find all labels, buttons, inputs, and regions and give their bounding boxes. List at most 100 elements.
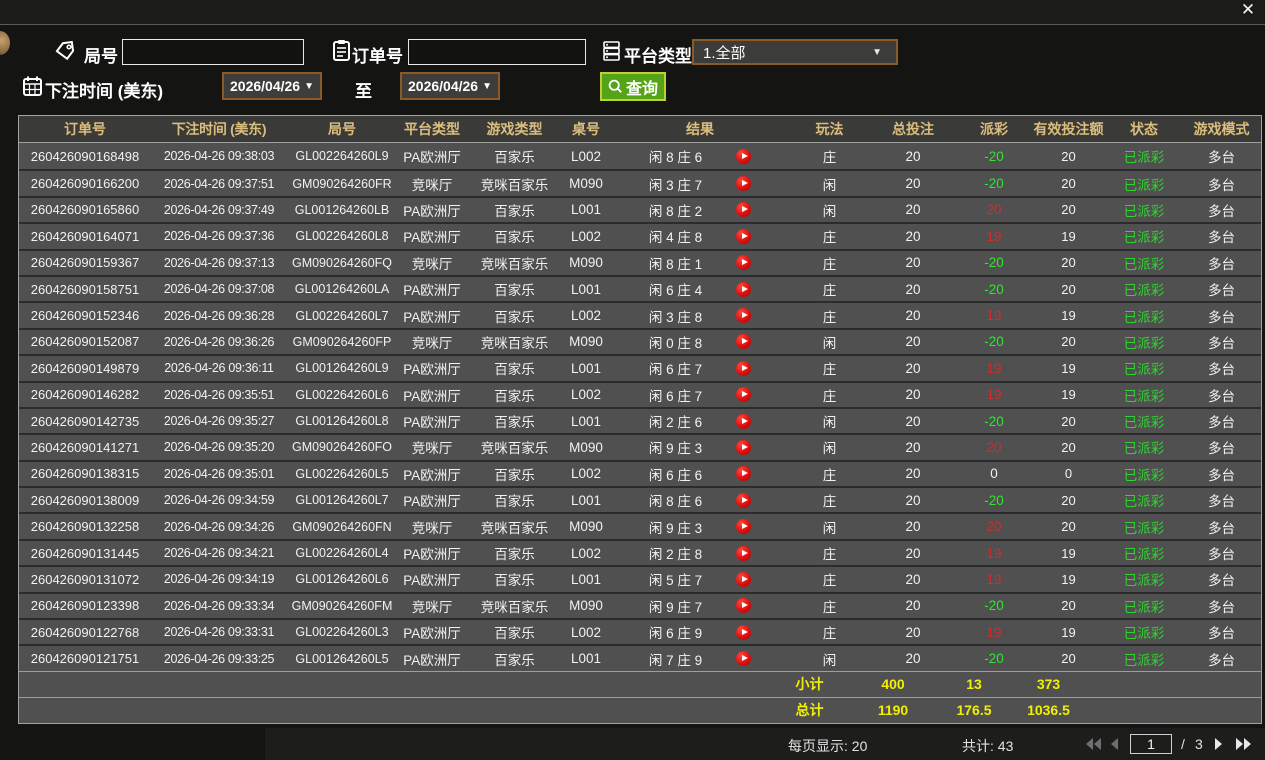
cell-status: 已派彩 (1106, 279, 1182, 299)
cell-order-number: 260426090131445 (19, 546, 151, 561)
cell-status: 已派彩 (1106, 411, 1182, 431)
video-play-icon[interactable] (736, 255, 751, 270)
table-row: 2604260901523462026-04-26 09:36:28GL0022… (19, 301, 1261, 327)
video-play-icon[interactable] (736, 202, 751, 217)
cell-round-number: GL001264260L8 (287, 414, 397, 428)
cell-result: 闲 3 庄 8 (610, 306, 790, 326)
prev-page-button[interactable] (1108, 737, 1120, 751)
cell-play-type: 庄 (790, 146, 869, 166)
result-text: 闲 3 庄 8 (649, 306, 702, 326)
video-play-icon[interactable] (736, 414, 751, 429)
cell-table-number: L001 (562, 493, 610, 508)
cell-platform: PA欧洲厅 (397, 649, 467, 669)
cell-table-number: M090 (562, 255, 610, 270)
round-number-label: 局号 (84, 42, 118, 67)
first-page-button[interactable] (1084, 737, 1102, 751)
video-play-icon[interactable] (736, 308, 751, 323)
cell-valid-bet: 20 (1031, 598, 1106, 613)
cell-total-bet: 20 (869, 361, 957, 376)
cell-game-type: 百家乐 (467, 490, 562, 510)
next-page-button[interactable] (1213, 737, 1225, 751)
cell-bet-time: 2026-04-26 09:37:08 (151, 282, 287, 296)
cell-play-type: 闲 (790, 174, 869, 194)
video-play-icon[interactable] (736, 387, 751, 402)
cell-status: 已派彩 (1106, 358, 1182, 378)
video-play-icon[interactable] (736, 334, 751, 349)
cell-round-number: GL001264260LA (287, 282, 397, 296)
video-play-icon[interactable] (736, 176, 751, 191)
cell-platform: 竞咪厅 (397, 437, 467, 457)
cell-game-mode: 多台 (1182, 411, 1261, 431)
date-from-select[interactable]: 2026/04/26 ▼ (222, 72, 322, 100)
platform-type-icon (601, 40, 622, 62)
cell-platform: PA欧洲厅 (397, 464, 467, 484)
cell-table-number: L002 (562, 229, 610, 244)
result-text: 闲 9 庄 7 (649, 596, 702, 616)
cell-valid-bet: 20 (1031, 282, 1106, 297)
video-play-icon[interactable] (736, 466, 751, 481)
video-play-icon[interactable] (736, 440, 751, 455)
cell-payout: 20 (957, 202, 1031, 217)
cell-payout: 19 (957, 546, 1031, 561)
bet-time-label: 下注时间 (美东) (45, 77, 163, 102)
cell-status: 已派彩 (1106, 649, 1182, 669)
video-play-icon[interactable] (736, 572, 751, 587)
cell-valid-bet: 20 (1031, 651, 1106, 666)
cell-payout: -20 (957, 651, 1031, 666)
cell-payout: 19 (957, 229, 1031, 244)
page-number-input[interactable] (1130, 734, 1172, 754)
cell-valid-bet: 20 (1031, 440, 1106, 455)
round-number-input[interactable] (122, 39, 304, 65)
cell-platform: PA欧洲厅 (397, 200, 467, 220)
header-result: 结果 (610, 119, 790, 139)
cell-round-number: GL001264260L7 (287, 493, 397, 507)
video-play-icon[interactable] (736, 546, 751, 561)
cell-table-number: L002 (562, 466, 610, 481)
date-to-select[interactable]: 2026/04/26 ▼ (400, 72, 500, 100)
cell-valid-bet: 0 (1031, 466, 1106, 481)
bet-records-table: 订单号 下注时间 (美东) 局号 平台类型 游戏类型 桌号 结果 玩法 总投注 … (18, 115, 1262, 724)
cell-result: 闲 3 庄 7 (610, 174, 790, 194)
video-play-icon[interactable] (736, 149, 751, 164)
chevron-down-icon: ▼ (304, 81, 314, 92)
cell-platform: PA欧洲厅 (397, 490, 467, 510)
cell-result: 闲 6 庄 4 (610, 279, 790, 299)
video-play-icon[interactable] (736, 625, 751, 640)
cell-round-number: GM090264260FM (287, 599, 397, 613)
subtotal-valid-bet: 373 (1011, 676, 1086, 692)
cell-order-number: 260426090146282 (19, 387, 151, 402)
cell-payout: 19 (957, 308, 1031, 323)
cell-total-bet: 20 (869, 149, 957, 164)
table-row: 2604260901640712026-04-26 09:37:36GL0022… (19, 222, 1261, 248)
cell-valid-bet: 20 (1031, 255, 1106, 270)
cell-status: 已派彩 (1106, 306, 1182, 326)
cell-round-number: GL002264260L4 (287, 546, 397, 560)
video-play-icon[interactable] (736, 651, 751, 666)
result-text: 闲 9 庄 3 (649, 437, 702, 457)
cell-platform: 竞咪厅 (397, 596, 467, 616)
close-button[interactable]: ✕ (1238, 0, 1258, 20)
video-play-icon[interactable] (736, 598, 751, 613)
cell-result: 闲 6 庄 7 (610, 385, 790, 405)
cell-result: 闲 7 庄 9 (610, 649, 790, 669)
result-text: 闲 6 庄 7 (649, 385, 702, 405)
last-page-button[interactable] (1235, 737, 1253, 751)
cell-game-mode: 多台 (1182, 543, 1261, 563)
cell-payout: -20 (957, 282, 1031, 297)
cell-bet-time: 2026-04-26 09:36:11 (151, 361, 287, 375)
video-play-icon[interactable] (736, 493, 751, 508)
table-row: 2604260901658602026-04-26 09:37:49GL0012… (19, 196, 1261, 222)
cell-round-number: GL002264260L6 (287, 388, 397, 402)
video-play-icon[interactable] (736, 361, 751, 376)
video-play-icon[interactable] (736, 282, 751, 297)
query-button[interactable]: 查询 (600, 72, 666, 101)
video-play-icon[interactable] (736, 519, 751, 534)
order-number-input[interactable] (408, 39, 586, 65)
cell-platform: PA欧洲厅 (397, 569, 467, 589)
cell-play-type: 庄 (790, 253, 869, 273)
platform-type-select[interactable]: 1.全部 ▼ (692, 39, 898, 65)
cell-table-number: M090 (562, 440, 610, 455)
cell-payout: -20 (957, 493, 1031, 508)
cell-game-mode: 多台 (1182, 622, 1261, 642)
video-play-icon[interactable] (736, 229, 751, 244)
